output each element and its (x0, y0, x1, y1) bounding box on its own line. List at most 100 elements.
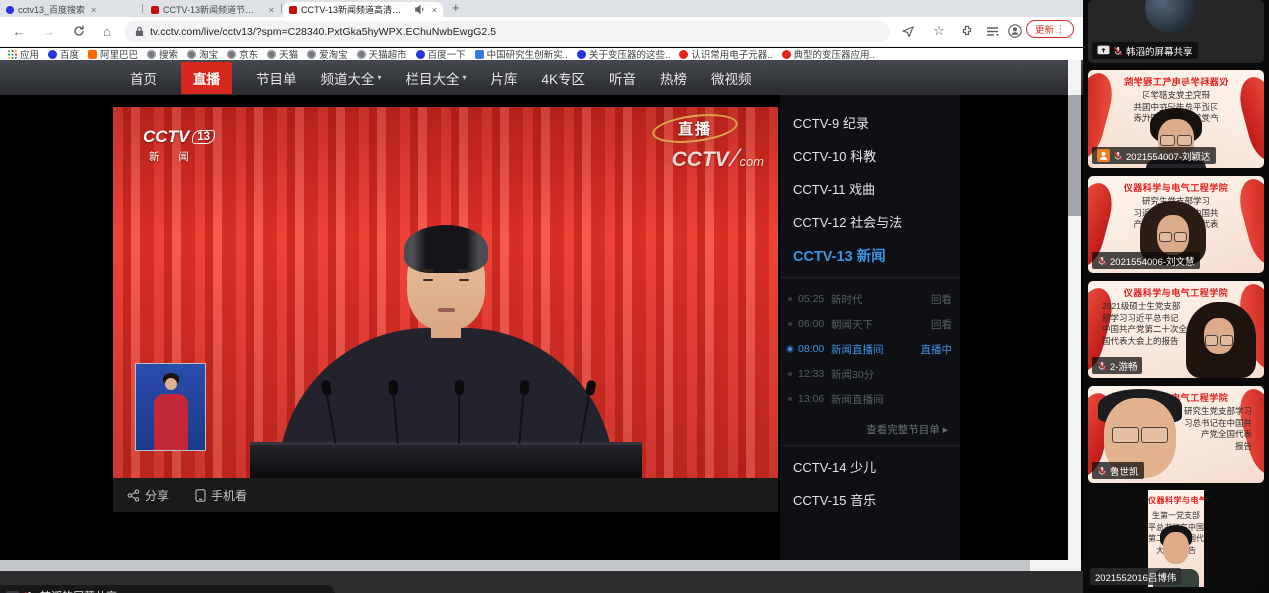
horizontal-scrollbar[interactable] (0, 560, 1068, 571)
update-label: 更新 (1035, 22, 1054, 36)
schedule-row[interactable]: 13:06 新闻直播间 (788, 392, 952, 406)
divider (780, 445, 960, 446)
schedule-time: 06:00 (798, 318, 825, 330)
bookmark-tmall-market[interactable]: 天猫超市 (357, 48, 407, 60)
bookmark-transformer-2[interactable]: 典型的变压器应用.. (782, 48, 875, 60)
bookmark-label: 百度 (60, 48, 79, 60)
participant-name: 2021552016吕博伟 (1095, 570, 1176, 584)
globe-icon (147, 50, 156, 59)
chevron-down-icon: ▾ (378, 73, 382, 82)
schedule-row[interactable]: 06:00 朝闻天下 回看 (788, 317, 952, 331)
share-nodes-icon (127, 489, 140, 502)
nav-4k[interactable]: 4K专区 (542, 68, 586, 88)
participant-name: 2021554006-刘文慧 (1110, 254, 1195, 268)
logo-number: 13 (192, 130, 215, 144)
participant-name: 韩滔的屏幕共享 (1126, 44, 1193, 58)
channel-cctv9[interactable]: CCTV-9 纪录 (793, 113, 869, 132)
bookmark-baidu-yixia[interactable]: 百度一下 (416, 48, 466, 60)
participant-label: 2021552016吕博伟 (1090, 568, 1181, 585)
tab-baidu-search[interactable]: cctv13_百度搜索 × (0, 2, 141, 17)
vertical-scrollbar[interactable] (1068, 60, 1081, 570)
bookmark-search[interactable]: 搜索 (147, 48, 178, 60)
nav-label: 频道大全 (321, 68, 375, 88)
participant-tile-hantao[interactable]: 韩滔的屏幕共享 (1088, 0, 1264, 63)
tab-audio-icon[interactable] (413, 3, 426, 16)
new-tab-button[interactable]: + (452, 0, 460, 15)
home-button[interactable]: ⌂ (96, 20, 118, 42)
participant-tile-liuyingda[interactable]: 仪器科学与电气工程学院 研究生党支部学习 习近平总书记在中国共 产党第二十次全国… (1088, 70, 1264, 168)
tab-cctv13-official[interactable]: CCTV-13新闻频道节目官网_CC × (145, 2, 280, 17)
bookmark-jd[interactable]: 京东 (227, 48, 258, 60)
nav-epg[interactable]: 节目单 (256, 68, 297, 88)
full-schedule-link[interactable]: 查看完整节目单 ▸ (866, 422, 948, 437)
bookmark-aitaobao[interactable]: 爱淘宝 (307, 48, 348, 60)
horizontal-scrollbar-thumb[interactable] (0, 560, 1030, 571)
nav-live-active[interactable]: 直播 (181, 62, 232, 94)
bookmark-components[interactable]: 认识常用电子元器.. (679, 48, 772, 60)
nav-label: 栏目大全 (406, 68, 460, 88)
watch-on-mobile-button[interactable]: 手机看 (195, 487, 247, 504)
channel-cctv10[interactable]: CCTV-10 科教 (793, 146, 876, 165)
bookmark-baidu[interactable]: 百度 (48, 48, 79, 60)
bookmark-apps[interactable]: 应用 (8, 48, 39, 60)
bookmark-transformer-1[interactable]: 关于变压器的这些.. (577, 48, 670, 60)
live-video-player[interactable]: CCTV 13 新 闻 直播 CCTV / com (113, 107, 778, 478)
channel-cctv12[interactable]: CCTV-12 社会与法 (793, 212, 902, 231)
channel-cctv13-active[interactable]: CCTV-13 新闻 (793, 245, 886, 266)
mic-muted-icon (1113, 46, 1123, 56)
reload-button[interactable] (68, 20, 90, 42)
address-bar[interactable]: tv.cctv.com/live/cctv13/?spm=C28340.PxtG… (124, 21, 890, 42)
forward-button[interactable]: → (38, 20, 60, 42)
timeline-dot (788, 372, 792, 376)
browser-menu-icon[interactable]: ⋮ (1056, 24, 1065, 35)
schedule-row[interactable]: 12:33 新闻30分 (788, 367, 952, 381)
schedule-row-live[interactable]: 08:00 新闻直播间 直播中 (788, 342, 952, 356)
channel-cctv15[interactable]: CCTV-15 音乐 (793, 490, 876, 509)
schedule-replay-link[interactable]: 回看 (931, 317, 952, 332)
participant-tile-liuwenhui[interactable]: 仪器科学与电气工程学院 研究生党支部学习 习近平总书记在中国共 产党第二十次全国… (1088, 176, 1264, 273)
screen-share-icon (1097, 44, 1110, 57)
bookmark-alibaba[interactable]: 阿里巴巴 (88, 48, 138, 60)
live-timeline-dot (788, 347, 792, 351)
bookmark-graduate-innovation[interactable]: 中国研究生创新实.. (475, 48, 568, 60)
schedule-replay-link[interactable]: 回看 (931, 292, 952, 307)
profile-avatar-icon[interactable] (1004, 20, 1026, 42)
tab-close-icon[interactable]: × (269, 5, 274, 15)
baidu-icon (416, 50, 425, 59)
nav-channels[interactable]: 频道大全▾ (321, 68, 382, 88)
extensions-puzzle-icon[interactable] (956, 20, 978, 42)
bookmark-taobao[interactable]: 淘宝 (187, 48, 218, 60)
bookmark-label: 搜索 (159, 48, 178, 60)
tab-close-icon[interactable]: × (91, 5, 96, 15)
bookmark-star-icon[interactable]: ☆ (928, 20, 950, 42)
nav-trending[interactable]: 热榜 (660, 68, 687, 88)
vertical-scrollbar-thumb[interactable] (1068, 95, 1081, 216)
bookmark-label: 淘宝 (199, 48, 218, 60)
nav-audio[interactable]: 听音 (609, 68, 636, 88)
page-body: CCTV 13 新 闻 直播 CCTV / com (0, 95, 1083, 560)
tab-close-icon[interactable]: × (432, 5, 437, 15)
bookmark-label: 中国研究生创新实.. (487, 48, 568, 60)
tab-cctv13-live-active[interactable]: CCTV-13新闻频道高清直播 × (283, 2, 443, 17)
nav-film-library[interactable]: 片库 (491, 68, 518, 88)
share-label: 分享 (145, 487, 169, 504)
channel-cctv14[interactable]: CCTV-14 少儿 (793, 457, 876, 476)
screen-share-banner: 韩滔的屏幕共享 (0, 585, 335, 593)
share-button[interactable]: 分享 (127, 487, 169, 504)
tab-list-icon[interactable] (981, 20, 1003, 42)
chrome-update-button[interactable]: 更新 ⋮ (1026, 20, 1074, 38)
baidu-icon (577, 50, 586, 59)
send-page-icon[interactable] (897, 20, 919, 42)
participant-tile-lushikai[interactable]: 仪器科学与电气工程学院 研究生党支部学习 习总书记在中国共 产党全国代表 报告 … (1088, 386, 1264, 483)
nav-home[interactable]: 首页 (130, 68, 157, 88)
nav-micro-video[interactable]: 微视频 (711, 68, 752, 88)
nav-columns[interactable]: 栏目大全▾ (406, 68, 467, 88)
back-button[interactable]: ← (8, 20, 30, 42)
speaker-mouth (438, 308, 455, 312)
participant-tile-lvbowei[interactable]: 仪器科学与电气工程学院 生第一党支部 平总书记在中国 第二十次全国代 大会上报告… (1088, 490, 1264, 587)
channel-cctv11[interactable]: CCTV-11 戏曲 (793, 179, 875, 198)
schedule-row[interactable]: 05:25 新时代 回看 (788, 292, 952, 306)
participant-tile-youchang[interactable]: 仪器科学与电气工程学院 2021级硕士生党支部 部学习习近平总书记 中国共产党第… (1088, 281, 1264, 378)
nav-label: 直播 (193, 68, 220, 88)
bookmark-tmall[interactable]: 天猫 (267, 48, 298, 60)
